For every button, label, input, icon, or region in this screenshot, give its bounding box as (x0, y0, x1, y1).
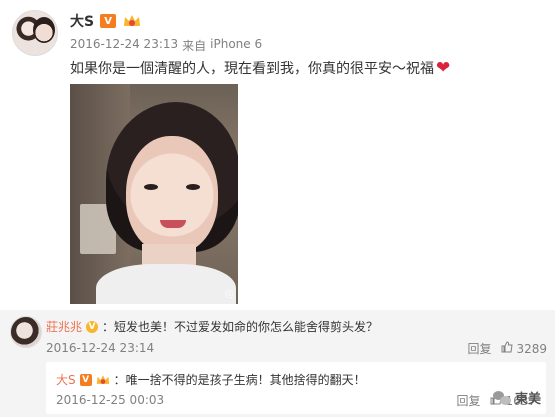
reply-box: 大S V ：唯一捨不得的是孩子生病！其他捨得的翻天！ 2016-12-25 00… (46, 362, 546, 414)
comment-actions: 回复 3289 (467, 340, 547, 357)
user-avatar[interactable] (12, 10, 58, 56)
comment-line: 莊兆兆 V ：短发也美！不过爱发如命的你怎么能舍得剪头发？ (46, 318, 378, 335)
comment-like-button[interactable]: 3289 (501, 340, 547, 357)
post-source: iPhone 6 (210, 37, 263, 51)
vip-crown-icon[interactable] (122, 13, 142, 29)
vip-crown-icon (96, 374, 110, 386)
comment-timestamp: 2016-12-24 23:14 (46, 341, 155, 355)
weibo-post: 大S V 2016-12-24 23:13 来自 iPhone 6 如果你是一個… (0, 0, 555, 305)
verified-badge-icon: V (86, 320, 99, 333)
comment-reply-button[interactable]: 回复 (467, 340, 491, 357)
post-text-content: 如果你是一個清醒的人，現在看到我，你真的很平安～祝福 (70, 61, 434, 77)
post-source-prefix: 来自 (182, 39, 207, 53)
watermark-text: 東美 (514, 392, 541, 407)
comment-like-count: 3289 (516, 341, 547, 356)
wechat-watermark: 東美 (492, 388, 541, 407)
post-user-row: 大S V (70, 12, 142, 30)
reply-user-name[interactable]: 大S (56, 371, 76, 388)
commenter-name[interactable]: 莊兆兆 (46, 318, 82, 335)
post-meta: 2016-12-24 23:13 来自 iPhone 6 (70, 37, 262, 54)
commenter-avatar[interactable] (10, 316, 42, 348)
verified-badge-icon[interactable]: V (100, 14, 117, 28)
post-user-name[interactable]: 大S (70, 11, 94, 31)
weibo-watermark-icon: ◎ (224, 287, 234, 300)
post-photo[interactable]: ◎ (70, 84, 238, 304)
wechat-icon (492, 390, 511, 405)
reply-reply-button[interactable]: 回复 (456, 392, 480, 409)
reply-timestamp: 2016-12-25 00:03 (56, 393, 165, 407)
verified-badge-icon: V (79, 373, 92, 386)
reply-line: 大S V ：唯一捨不得的是孩子生病！其他捨得的翻天！ (56, 371, 366, 388)
post-timestamp[interactable]: 2016-12-24 23:13 (70, 37, 178, 54)
comments-section: 莊兆兆 V ：短发也美！不过爱发如命的你怎么能舍得剪头发？ 2016-12-24… (0, 310, 555, 417)
reply-text: ：唯一捨不得的是孩子生病！其他捨得的翻天！ (113, 373, 366, 387)
comment-text: ：短发也美！不过爱发如命的你怎么能舍得剪头发？ (102, 320, 379, 334)
heart-icon: ❤ (436, 57, 451, 78)
post-text: 如果你是一個清醒的人，現在看到我，你真的很平安～祝福 ❤ (70, 58, 450, 78)
thumbs-up-icon (501, 340, 514, 357)
